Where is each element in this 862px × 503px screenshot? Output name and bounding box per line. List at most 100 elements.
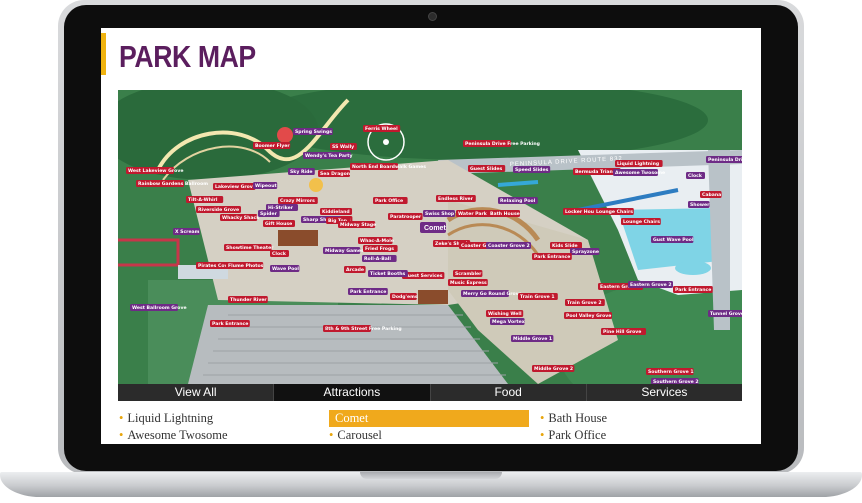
map-label-tag[interactable]: Gift House — [263, 220, 295, 227]
map-label-tag[interactable]: Midway Games — [323, 247, 364, 254]
map-label-text: Speed Slides — [515, 167, 549, 173]
map-label-tag[interactable]: Boomer Flyer — [253, 142, 290, 149]
map-label-tag[interactable]: Sky Ride — [288, 168, 315, 175]
map-label-tag[interactable]: Flume Photos — [226, 262, 264, 269]
map-label-tag[interactable]: West Lakeview Grove — [126, 167, 183, 174]
map-label-tag[interactable]: Dodg'ems — [390, 293, 418, 300]
list-item-selected[interactable]: Comet — [329, 410, 529, 427]
map-label-tag[interactable]: Park Entrance — [673, 286, 713, 293]
map-label-tag[interactable]: Wave Pool — [270, 265, 300, 272]
map-label-tag[interactable]: Lakeview Grove — [213, 183, 256, 190]
map-label-tag[interactable]: Kids Slide — [550, 242, 582, 249]
map-label-tag[interactable]: X Scream — [173, 228, 200, 235]
map-label-tag[interactable]: Park Entrance — [210, 320, 250, 327]
list-item-label: Carousel — [337, 428, 382, 442]
map-label-tag[interactable]: 8th & 9th Street Free Parking — [323, 325, 402, 332]
list-item[interactable]: • Carousel — [329, 427, 529, 444]
map-label-tag[interactable]: Swiss Shop — [423, 210, 455, 217]
map-label-tag[interactable]: Thunder River — [228, 296, 268, 303]
park-map[interactable]: PENINSULA DRIVE ROUTE 832 Spring Swings F… — [118, 90, 742, 384]
map-label-tag[interactable]: Pool Valley Grove — [564, 312, 612, 319]
map-label-tag[interactable]: Riverside Grove — [196, 206, 241, 213]
map-label-tag[interactable]: Awesome Twosome — [613, 169, 665, 176]
map-label-tag[interactable]: Paratrooper — [388, 213, 423, 220]
map-label-tag[interactable]: Pine Hill Grove — [601, 328, 646, 335]
tab-attractions[interactable]: Attractions — [274, 384, 431, 401]
map-label-tag[interactable]: Endless River — [436, 195, 476, 202]
map-label-tag[interactable]: Merry Go Round Grove — [461, 290, 522, 297]
map-label-tag[interactable]: Middle Grove 2 — [532, 365, 575, 372]
map-label-tag[interactable]: Park Office — [373, 197, 408, 204]
map-label-tag[interactable]: Train Grove 1 — [518, 293, 558, 300]
map-label-tag[interactable]: Crazy Mirrors — [278, 197, 318, 204]
map-label-tag[interactable]: Fried Frogs — [363, 245, 398, 252]
map-label-tag[interactable]: Southern Grove 1 — [646, 368, 694, 375]
map-label-text: Pirates Cove — [198, 263, 231, 269]
map-label-tag[interactable]: Roll-A-Ball — [362, 255, 397, 262]
map-label-tag[interactable]: Clock — [686, 172, 705, 179]
map-label-tag[interactable]: Ticket Booths — [368, 270, 408, 277]
map-label-tag[interactable]: Coaster Grove 2 — [486, 242, 531, 249]
list-item[interactable]: • Liquid Lightning — [119, 410, 228, 427]
map-label-tag[interactable]: Peninsula Drive Free Parking — [463, 140, 540, 147]
map-label-tag[interactable]: Guest Services — [402, 272, 445, 279]
map-label-tag[interactable]: Ferris Wheel — [363, 125, 401, 132]
map-label-tag[interactable]: Wipeout — [253, 182, 277, 189]
map-label-tag[interactable]: Showtime Theater — [224, 244, 274, 251]
map-label-tag[interactable]: Whac-A-Mole — [358, 237, 394, 244]
map-label-tag[interactable]: Wishing Well — [486, 310, 524, 317]
map-label-tag[interactable]: Relaxing Pool — [498, 197, 538, 204]
map-label-tag[interactable]: Guest Slides — [468, 165, 506, 172]
map-label-tag[interactable]: Whacky Shack — [220, 214, 260, 221]
list-item[interactable]: • Bath House — [540, 410, 607, 427]
tab-view-all[interactable]: View All — [118, 384, 275, 401]
map-label-tag[interactable]: Park Entrance — [348, 288, 388, 295]
map-label-tag[interactable]: Speed Slides — [513, 166, 551, 173]
map-label-tag[interactable]: Shower — [688, 201, 710, 208]
map-label-tag[interactable]: Arcade — [344, 266, 366, 273]
map-label-tag[interactable]: Sprayzone — [570, 248, 600, 255]
map-label-tag[interactable]: Wendy's Tea Party — [303, 152, 352, 159]
map-label-tag[interactable]: Lounge Chairs — [594, 208, 634, 215]
map-label-tag[interactable]: Clock — [270, 250, 289, 257]
map-label-text: Midway Games — [325, 248, 364, 254]
map-label-tag[interactable]: Gust Wave Pool — [651, 236, 694, 243]
map-label-tag[interactable]: Spider — [258, 210, 280, 217]
map-label-tag[interactable]: Middle Grove 1 — [511, 335, 554, 342]
map-label-tag[interactable]: Sea Dragon — [318, 170, 350, 177]
map-label-text: Wishing Well — [488, 311, 522, 317]
map-label-tag[interactable]: Music Express — [448, 279, 488, 286]
map-label-tag[interactable]: Tilt-A-Whirl — [186, 196, 224, 203]
map-label-tag[interactable]: Rainbow Gardens Ballroom — [136, 180, 208, 187]
map-label-tag[interactable]: Hi-Striker — [266, 204, 298, 211]
map-label-tag[interactable]: West Ballroom Grove — [130, 304, 187, 311]
list-item[interactable]: • Park Office — [540, 427, 607, 444]
map-label-tag[interactable]: Tunnel Grove — [708, 310, 742, 317]
map-label-tag[interactable]: Train Grove 2 — [565, 299, 605, 306]
map-label-text: Cabana — [702, 192, 721, 198]
map-label-text: Dodg'ems — [392, 294, 418, 300]
map-label-tag[interactable]: Spring Swings — [293, 128, 333, 135]
map-label-tag[interactable]: Midway Stage — [338, 221, 376, 228]
map-label-tag[interactable]: Park Entrance — [532, 253, 572, 260]
tab-services[interactable]: Services — [587, 384, 742, 401]
list-item[interactable]: • Awesome Twosome — [119, 427, 228, 444]
attraction-list-col1: • Liquid Lightning • Awesome Twosome — [119, 410, 228, 444]
map-label-tag[interactable]: Mega Vortex — [490, 318, 525, 325]
map-label-text: Merry Go Round Grove — [463, 291, 522, 297]
map-label-tag[interactable]: Lounge Chairs — [621, 218, 661, 225]
map-label-tag[interactable]: North End Boardwalk Games — [350, 163, 426, 170]
map-label-tag[interactable]: Peninsula Drive Free Parking — [706, 156, 742, 163]
map-label-tag[interactable]: Kiddieland — [320, 208, 352, 215]
map-label-tag[interactable]: Scrambler — [453, 270, 483, 277]
map-label-tag[interactable]: Cabana — [700, 191, 722, 198]
map-label-tag[interactable]: Eastern Grove 2 — [628, 281, 673, 288]
map-label-text: Ferris Wheel — [365, 126, 398, 132]
map-label-tag[interactable]: Bath House — [488, 210, 520, 217]
map-label-text: Riverside Grove — [198, 207, 239, 213]
map-label-tag[interactable]: Liquid Lightning — [615, 160, 663, 167]
attraction-list-col3: • Bath House • Park Office — [540, 410, 607, 444]
tab-food[interactable]: Food — [431, 384, 587, 401]
comet-badge[interactable]: Comet — [424, 225, 446, 232]
map-label-tag[interactable]: SS Wally — [330, 143, 357, 150]
